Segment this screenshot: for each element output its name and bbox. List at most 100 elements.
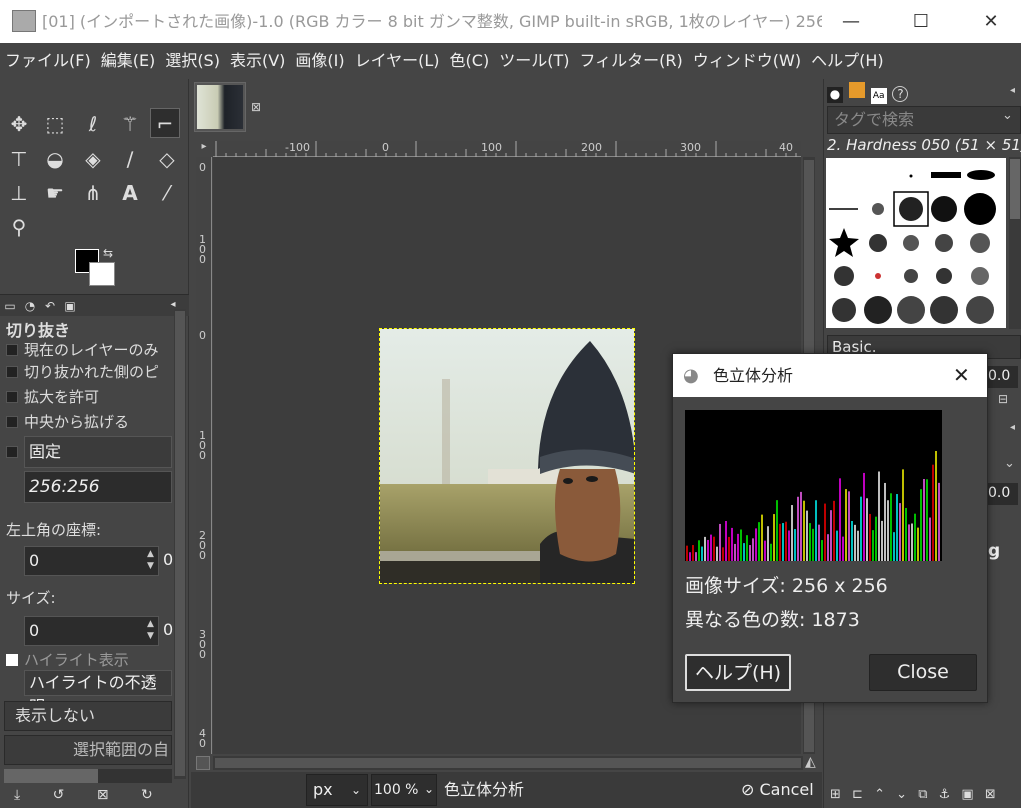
delete-options-icon[interactable]: ⊠	[97, 787, 109, 803]
clone-icon[interactable]: ⊥	[4, 178, 34, 208]
delete-icon[interactable]: ⊠	[985, 787, 996, 802]
menu-windows[interactable]: ウィンドウ(W)	[688, 43, 806, 79]
menu-edit[interactable]: 編集(E)	[96, 43, 161, 79]
position-x-stepper[interactable]: ▲ ▼	[147, 548, 154, 572]
checkbox-checked[interactable]	[6, 654, 18, 666]
raise-icon[interactable]: ⌃	[874, 787, 885, 802]
save-options-icon[interactable]: ⤓	[14, 787, 20, 803]
images-tab-icon[interactable]: ▣	[60, 296, 80, 316]
checkbox[interactable]	[6, 446, 18, 458]
rect-select-icon[interactable]: ⬚	[40, 109, 70, 139]
aspect-ratio-input[interactable]: 256:256	[24, 471, 172, 503]
chevron-down-icon[interactable]: ⌄	[1002, 108, 1013, 123]
spacing-input[interactable]: 0.0	[986, 366, 1018, 388]
zoom-fit-icon[interactable]	[196, 756, 210, 770]
chevron-down-icon[interactable]: ⌄	[419, 774, 439, 806]
close-button[interactable]: Close	[869, 654, 977, 691]
help-button[interactable]: ヘルプ(H)	[685, 654, 791, 691]
image-tab-thumbnail[interactable]	[194, 82, 246, 132]
menu-layer[interactable]: レイヤー(L)	[350, 43, 445, 79]
menu-view[interactable]: 表示(V)	[225, 43, 290, 79]
guides-dropdown[interactable]: 表示しない	[4, 701, 172, 731]
new-layer-icon[interactable]: ⊞	[830, 787, 841, 802]
lasso-icon[interactable]: ℓ	[78, 109, 108, 139]
anchor-icon[interactable]: ⚓	[939, 787, 951, 802]
fonts-tab-icon[interactable]: Aa	[870, 88, 887, 104]
unit-dropdown[interactable]: px ⌄	[306, 774, 368, 806]
warp-icon[interactable]: ◒	[40, 144, 70, 174]
auto-shrink-button[interactable]: 選択範囲の自	[4, 735, 172, 765]
lock-icon[interactable]: ⊟	[998, 392, 1008, 406]
menu-colors[interactable]: 色(C)	[445, 43, 495, 79]
allow-growing-option[interactable]: 拡大を許可	[6, 386, 99, 407]
position-x-input[interactable]: 0	[24, 546, 159, 576]
fixed-dropdown[interactable]: 固定	[24, 436, 172, 468]
brushes-tab-icon[interactable]: ●	[827, 87, 843, 103]
checkbox[interactable]	[6, 416, 18, 428]
maximize-button[interactable]: ☐	[898, 0, 944, 43]
zoom-icon[interactable]: ⚲	[4, 212, 34, 242]
checkbox[interactable]	[6, 391, 18, 403]
canvas-image[interactable]	[379, 328, 635, 584]
minimize-button[interactable]: —	[828, 0, 874, 43]
background-color[interactable]	[89, 262, 115, 286]
size-w-stepper[interactable]: ▲ ▼	[147, 618, 154, 642]
restore-options-icon[interactable]: ↺	[53, 787, 65, 803]
delete-pixels-option[interactable]: 切り抜かれた側のピ	[6, 361, 159, 382]
smudge-icon[interactable]: ☛	[40, 178, 70, 208]
menu-help[interactable]: ヘルプ(H)	[806, 43, 889, 79]
size-h-input[interactable]: 0	[163, 620, 173, 639]
size-w-input[interactable]: 0	[24, 616, 159, 646]
tool-options-tab-icon[interactable]: ▭	[0, 296, 20, 316]
new-group-icon[interactable]: ⊏	[852, 787, 863, 802]
brush-grid[interactable]	[826, 158, 1006, 328]
dock-menu-icon[interactable]: ◂	[1010, 422, 1015, 433]
close-window-button[interactable]: ✕	[968, 0, 1014, 43]
options-scrollbar[interactable]	[4, 769, 172, 783]
close-icon[interactable]: ✕	[953, 354, 970, 397]
paintbrush-icon[interactable]: ∕	[115, 144, 145, 174]
checkbox[interactable]	[6, 344, 18, 356]
options-vscroll[interactable]	[174, 309, 186, 779]
highlight-option[interactable]: ハイライト表示	[6, 649, 129, 670]
move-icon[interactable]: ✥	[4, 109, 34, 139]
undo-history-tab-icon[interactable]: ↶	[40, 296, 60, 316]
pointer-nav-icon[interactable]: ◭	[805, 754, 816, 770]
bucket-icon[interactable]: ◈	[78, 144, 108, 174]
opacity-input[interactable]: 0.0	[986, 483, 1018, 505]
menu-file[interactable]: ファイル(F)	[0, 43, 96, 79]
fixed-checkbox[interactable]	[6, 443, 24, 461]
crop-icon[interactable]: ⌐	[150, 108, 180, 138]
reset-options-icon[interactable]: ↻	[141, 787, 153, 803]
document-history-tab-icon[interactable]: ?	[892, 86, 909, 102]
quick-mask-menu-icon[interactable]: ▸	[196, 141, 212, 157]
horizontal-scrollbar[interactable]	[213, 756, 803, 770]
current-layer-only-option[interactable]: 現在のレイヤーのみ	[6, 339, 159, 360]
mask-icon[interactable]: ▣	[961, 787, 973, 802]
swap-colors-icon[interactable]: ⇆	[103, 246, 113, 260]
menu-tools[interactable]: ツール(T)	[494, 43, 574, 79]
menu-filters[interactable]: フィルター(R)	[574, 43, 687, 79]
eraser-icon[interactable]: ◇	[152, 144, 182, 174]
tag-search-input[interactable]: タグで検索	[827, 106, 1021, 134]
duplicate-icon[interactable]: ⧉	[918, 787, 927, 802]
chevron-down-icon[interactable]: ⌄	[1004, 456, 1015, 471]
brush-scrollbar[interactable]	[1009, 157, 1021, 329]
close-tab-icon[interactable]: ⊠	[251, 100, 261, 114]
text-icon[interactable]: A	[115, 178, 145, 208]
highlight-opacity-slider[interactable]: ハイライトの不透明	[24, 670, 172, 716]
menu-image[interactable]: 画像(I)	[290, 43, 349, 79]
path-icon[interactable]: ⋔	[78, 178, 108, 208]
color-picker-icon[interactable]: ⁄	[152, 178, 182, 208]
checkbox[interactable]	[6, 366, 18, 378]
menu-select[interactable]: 選択(S)	[160, 43, 225, 79]
patterns-tab-icon[interactable]	[848, 82, 865, 98]
cancel-button[interactable]: ⊘ Cancel	[741, 772, 814, 808]
fuzzy-select-icon[interactable]: ⚚	[115, 109, 145, 139]
lower-icon[interactable]: ⌄	[896, 787, 907, 802]
transform-icon[interactable]: ⊤	[4, 144, 34, 174]
expand-center-option[interactable]: 中央から拡げる	[6, 411, 129, 432]
device-status-tab-icon[interactable]: ◔	[20, 296, 40, 316]
dock-menu-icon[interactable]: ◂	[1010, 85, 1015, 96]
position-y-input[interactable]: 0	[163, 550, 173, 569]
